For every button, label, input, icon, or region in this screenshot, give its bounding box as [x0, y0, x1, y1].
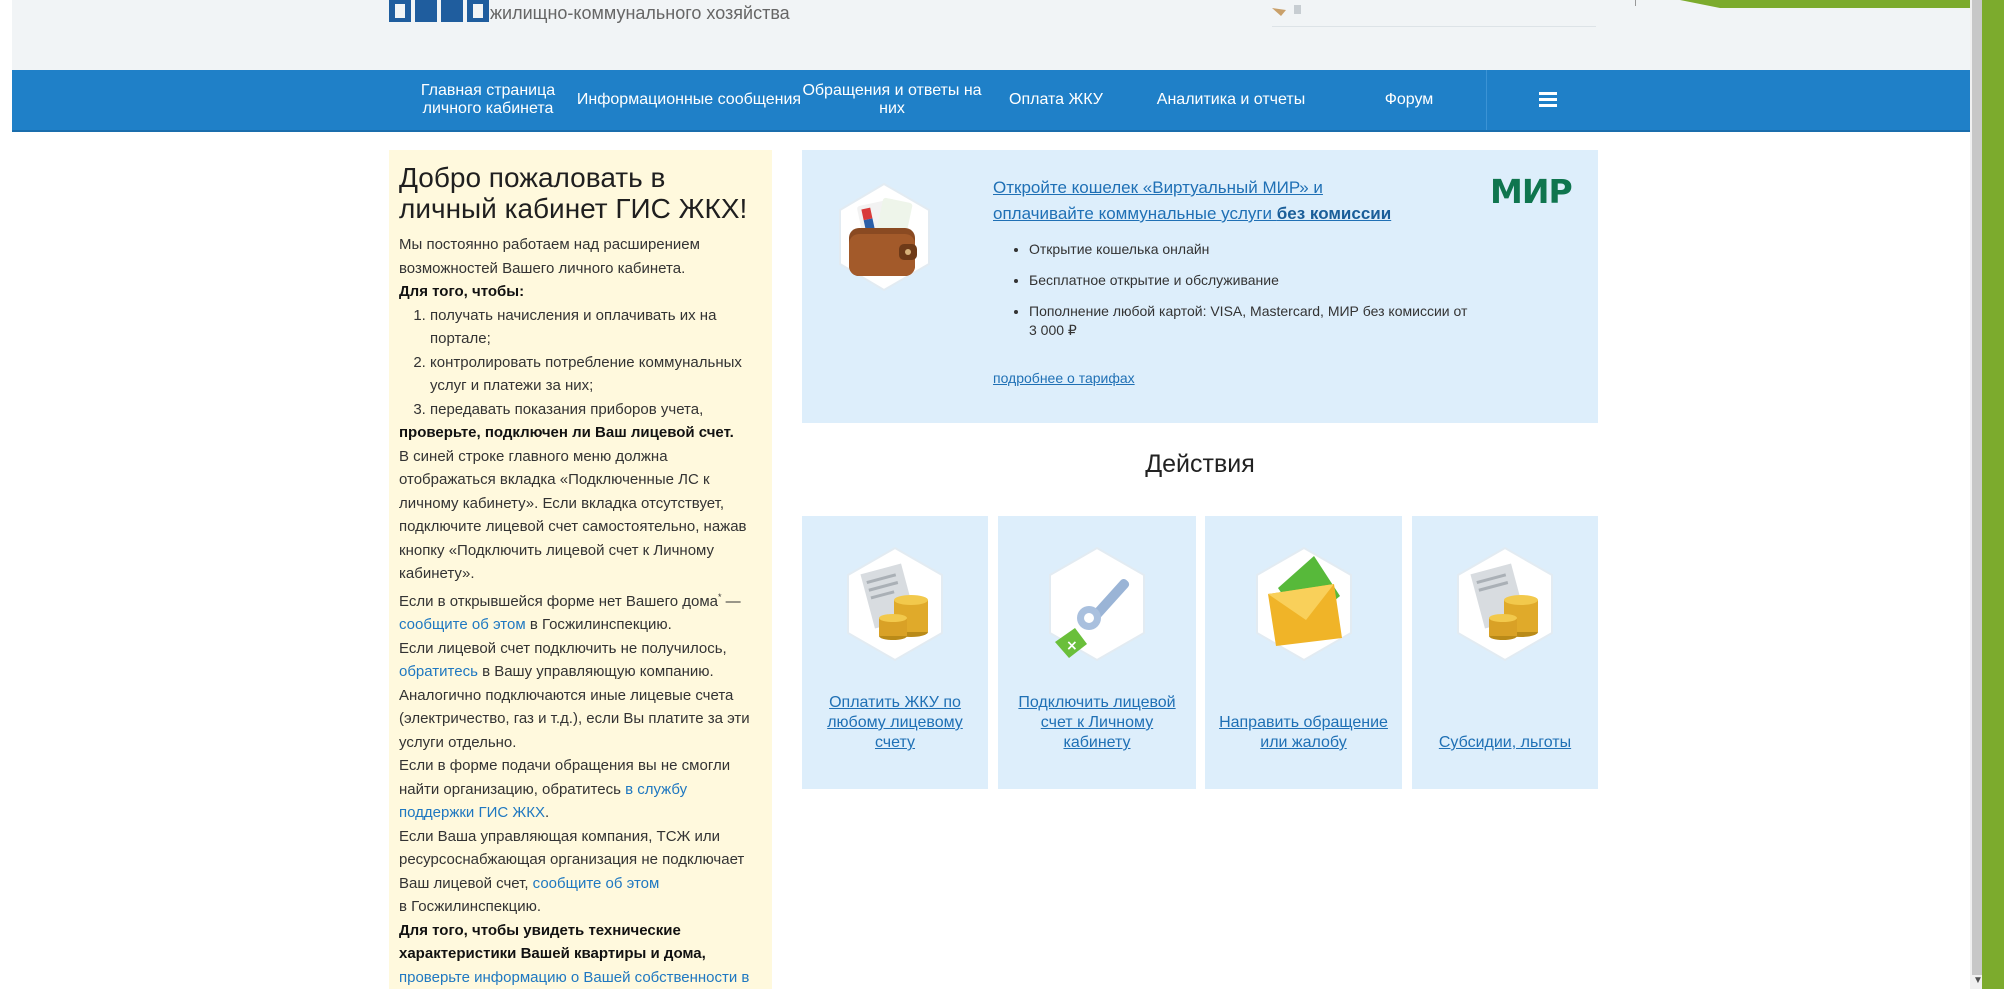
list-item: Бесплатное открытие и обслуживание: [1029, 271, 1469, 290]
nav-forum[interactable]: Форум: [1332, 70, 1486, 130]
site-header: [12, 0, 1975, 70]
actions-heading: Действия: [1145, 450, 1255, 478]
menu-lines-icon: [1539, 92, 1557, 107]
list-item: получать начисления и оплачивать их на п…: [430, 304, 762, 351]
green-side-decoration: [1982, 0, 2004, 989]
nav-payment[interactable]: Оплата ЖКУ: [982, 70, 1130, 130]
nav-main-cabinet[interactable]: Главная страница личного кабинета: [400, 70, 576, 130]
welcome-list: получать начисления и оплачивать их на п…: [399, 304, 762, 422]
welcome-in-order-to: Для того, чтобы:: [399, 283, 525, 300]
search-field-underline: [1272, 26, 1596, 27]
list-item: Пополнение любой картой: VISA, Mastercar…: [1029, 302, 1469, 340]
action-label[interactable]: Оплатить ЖКУ по любому лицевому счету: [810, 693, 980, 753]
nav-appeals[interactable]: Обращения и ответы на них: [802, 70, 982, 130]
welcome-paragraph-6: Если Ваша управляющая компания, ТСЖ или …: [399, 827, 745, 916]
welcome-paragraph-1: В синей строке главного меню должна отоб…: [399, 447, 747, 583]
contact-link[interactable]: обратитесь: [399, 663, 478, 680]
welcome-paragraph-7: Для того, чтобы увидеть технические хара…: [399, 921, 706, 963]
welcome-paragraph-5: Если в форме подачи обращения вы не смог…: [399, 757, 731, 821]
welcome-paragraph-2: Если в открывшейся форме нет Вашего дома…: [399, 591, 741, 634]
check-account-text: проверьте, подключен ли Ваш лицевой счет…: [399, 424, 734, 441]
gis-logo[interactable]: [389, 0, 491, 22]
action-card-appeal[interactable]: Направить обращение или жалобу: [1205, 516, 1402, 789]
wallet-icon: [837, 182, 932, 292]
divider: [1635, 0, 1636, 6]
nav-info-messages[interactable]: Информационные сообщения: [576, 70, 802, 130]
scrollbar-thumb[interactable]: [1972, 0, 1982, 975]
action-card-connect-account[interactable]: × Подключить лицевой счет к Личному каби…: [998, 516, 1196, 789]
svg-text:×: ×: [1066, 638, 1078, 654]
property-info-link[interactable]: проверьте информацию о Вашей собственнос…: [399, 969, 749, 989]
report-link-2[interactable]: сообщите об этом: [533, 875, 660, 892]
list-item: передавать показания приборов учета,: [430, 398, 762, 422]
search-area-icons[interactable]: [1272, 2, 1312, 23]
welcome-paragraph-3: Если лицевой счет подключить не получило…: [399, 639, 727, 681]
welcome-panel: Добро пожаловать в личный кабинет ГИС ЖК…: [389, 150, 772, 989]
envelope-icon: [1254, 546, 1354, 662]
subsidy-coins-icon: [1455, 546, 1555, 662]
list-item: контролировать потребление коммунальных …: [430, 351, 762, 398]
tools-icon: [1272, 5, 1301, 16]
promo-title-link[interactable]: Откройте кошелек «Виртуальный МИР» и опл…: [993, 175, 1413, 227]
mir-promo-banner: Откройте кошелек «Виртуальный МИР» и опл…: [802, 150, 1598, 423]
action-label[interactable]: Субсидии, льготы: [1420, 733, 1590, 753]
welcome-title: Добро пожаловать в личный кабинет ГИС ЖК…: [399, 162, 748, 224]
mir-logo: МИР: [1490, 172, 1573, 211]
tariffs-link[interactable]: подробнее о тарифах: [993, 370, 1135, 386]
invoice-coins-icon: [845, 546, 945, 662]
action-label[interactable]: Подключить лицевой счет к Личному кабине…: [1006, 693, 1188, 753]
hamburger-menu-icon[interactable]: [1487, 70, 1609, 130]
action-card-subsidies[interactable]: Субсидии, льготы: [1412, 516, 1598, 789]
logo-subtitle: жилищно-коммунального хозяйства: [490, 3, 790, 23]
report-link[interactable]: сообщите об этом: [399, 616, 526, 633]
main-nav: Главная страница личного кабинета Информ…: [12, 70, 1975, 132]
welcome-intro: Мы постоянно работаем над расширением во…: [399, 236, 700, 277]
green-stripe-decoration: [1680, 0, 2004, 8]
key-tag-icon: ×: [1047, 546, 1147, 662]
welcome-text: Мы постоянно работаем над расширением во…: [399, 233, 762, 989]
action-card-pay[interactable]: Оплатить ЖКУ по любому лицевому счету: [802, 516, 988, 789]
welcome-paragraph-4: Аналогично подключаются иные лицевые сче…: [399, 686, 750, 751]
action-label[interactable]: Направить обращение или жалобу: [1213, 713, 1394, 753]
promo-bullets: Открытие кошелька онлайн Бесплатное откр…: [993, 240, 1469, 352]
nav-analytics[interactable]: Аналитика и отчеты: [1130, 70, 1332, 130]
list-item: Открытие кошелька онлайн: [1029, 240, 1469, 259]
